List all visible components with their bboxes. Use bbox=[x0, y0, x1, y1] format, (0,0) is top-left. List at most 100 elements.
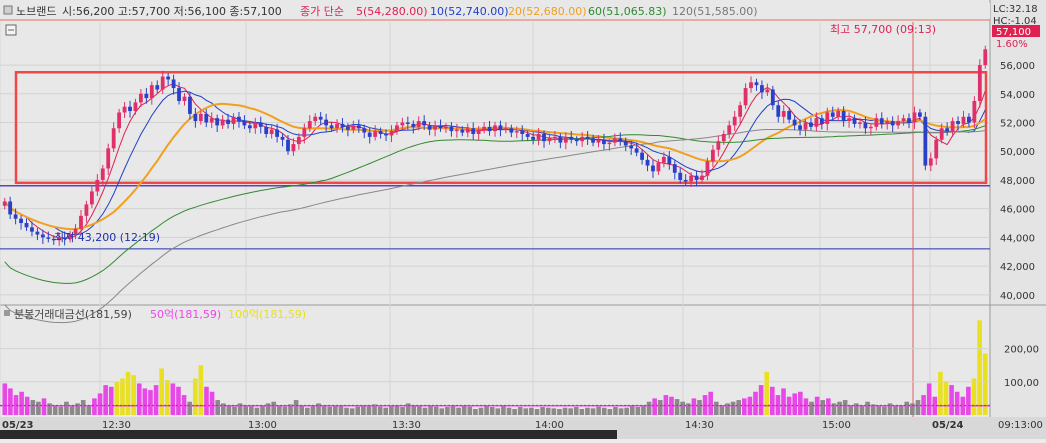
candle-body bbox=[335, 123, 339, 129]
candle-body bbox=[454, 129, 459, 132]
candle-body bbox=[291, 144, 296, 152]
candle-body bbox=[106, 148, 111, 169]
candle-body bbox=[449, 126, 454, 132]
candle-body bbox=[139, 93, 143, 103]
menu-icon[interactable] bbox=[3, 5, 13, 15]
high-annotation: 최고 57,700 (09:13) bbox=[830, 23, 936, 36]
volume-bar bbox=[389, 405, 394, 415]
chart-canvas[interactable]: 40,000 42,000 44,000 46,000 48,000 50,000 52,0… bbox=[0, 0, 1046, 439]
candle-body bbox=[765, 89, 770, 93]
time-label: 13:30 bbox=[392, 420, 421, 431]
volume-bar bbox=[742, 398, 747, 415]
candle-body bbox=[318, 116, 323, 120]
candle-body bbox=[640, 152, 644, 160]
price-panel[interactable] bbox=[0, 0, 990, 305]
candle-body bbox=[612, 138, 617, 143]
volume-bar bbox=[271, 401, 277, 415]
volume-bar bbox=[551, 408, 557, 415]
candle-body bbox=[509, 128, 514, 133]
candle-body bbox=[128, 106, 132, 112]
candle-body bbox=[563, 136, 568, 143]
candle-body bbox=[830, 112, 835, 117]
candle-body bbox=[705, 161, 710, 176]
candle-body bbox=[607, 142, 612, 145]
volume-bar bbox=[478, 407, 484, 415]
volume-bar bbox=[92, 398, 97, 415]
volume-bar bbox=[568, 408, 573, 415]
candle-body bbox=[149, 85, 154, 99]
candle-body bbox=[40, 234, 45, 238]
volume-bar bbox=[338, 405, 344, 415]
volume-bar bbox=[579, 409, 585, 415]
time-label: 12:30 bbox=[102, 420, 131, 431]
volume-bar bbox=[977, 320, 982, 415]
candle-body bbox=[275, 129, 280, 137]
time-label: 14:00 bbox=[535, 420, 564, 431]
candle-body bbox=[727, 125, 732, 134]
last-price: 57,100 bbox=[996, 27, 1031, 38]
volume-bar bbox=[422, 407, 428, 415]
volume-bar bbox=[69, 405, 75, 415]
volume-bar bbox=[613, 407, 618, 415]
candle-body bbox=[144, 93, 149, 99]
volume-bar bbox=[433, 406, 439, 415]
candle-body bbox=[770, 89, 775, 106]
volume-bar bbox=[781, 388, 786, 415]
candle-body bbox=[247, 125, 252, 129]
candle-body bbox=[411, 123, 416, 127]
volume-title: 분봉거래대금선(181,59) bbox=[14, 308, 132, 321]
candle-body bbox=[160, 76, 165, 90]
time-axis-scrollbar[interactable] bbox=[0, 430, 617, 439]
candle-body bbox=[950, 121, 955, 132]
volume-bar bbox=[249, 405, 254, 415]
candle-body bbox=[514, 131, 519, 133]
volume-bar bbox=[523, 408, 529, 415]
volume-bar bbox=[770, 386, 775, 415]
volume-bar bbox=[512, 409, 517, 415]
volume-bar bbox=[859, 405, 865, 415]
candle-body bbox=[373, 131, 378, 137]
price-axis-ticks: 40,000 42,000 44,000 46,000 48,000 50,000 52,0… bbox=[1000, 61, 1035, 302]
candle-body bbox=[427, 125, 432, 130]
candle-body bbox=[30, 227, 34, 232]
candle-body bbox=[198, 113, 203, 122]
volume-bar bbox=[226, 405, 232, 415]
volume-bar bbox=[882, 406, 887, 415]
candle-body bbox=[792, 119, 797, 126]
candle-body bbox=[901, 118, 906, 122]
candle-body bbox=[378, 131, 383, 134]
volume-bar bbox=[691, 398, 697, 415]
candle-body bbox=[231, 116, 236, 124]
volume-bar bbox=[8, 388, 13, 415]
time-label: 14:30 bbox=[685, 420, 714, 431]
volume-menu-icon[interactable] bbox=[4, 310, 10, 316]
candle-body bbox=[574, 139, 579, 142]
candle-body bbox=[836, 111, 841, 117]
candle-body bbox=[841, 111, 846, 122]
volume-bar bbox=[758, 385, 764, 415]
volume-bar bbox=[966, 386, 971, 415]
ma-title: 종가 단순 bbox=[300, 5, 344, 18]
volume-bar bbox=[243, 405, 248, 415]
volume-bar bbox=[954, 391, 960, 415]
candle-body bbox=[896, 121, 901, 126]
volume-bar bbox=[730, 401, 736, 415]
volume-bar bbox=[652, 398, 657, 415]
candle-body bbox=[977, 65, 982, 101]
volume-bar bbox=[305, 407, 310, 415]
volume-bar bbox=[142, 388, 148, 415]
volume-bar bbox=[484, 405, 489, 415]
low-annotation: 최저 43,200 (12:19) bbox=[54, 231, 160, 244]
price-tick-label: 42,000 bbox=[1000, 262, 1035, 273]
volume-bar bbox=[327, 406, 333, 415]
volume-bar bbox=[19, 391, 24, 415]
candle-body bbox=[117, 112, 122, 129]
candle-body bbox=[798, 125, 802, 130]
volume-bar bbox=[97, 393, 103, 415]
volume-bar bbox=[136, 383, 142, 415]
candle-body bbox=[874, 118, 879, 127]
volume-bar bbox=[310, 405, 316, 415]
candle-body bbox=[122, 106, 127, 113]
candle-body bbox=[253, 122, 258, 129]
volume-bar bbox=[215, 400, 220, 415]
